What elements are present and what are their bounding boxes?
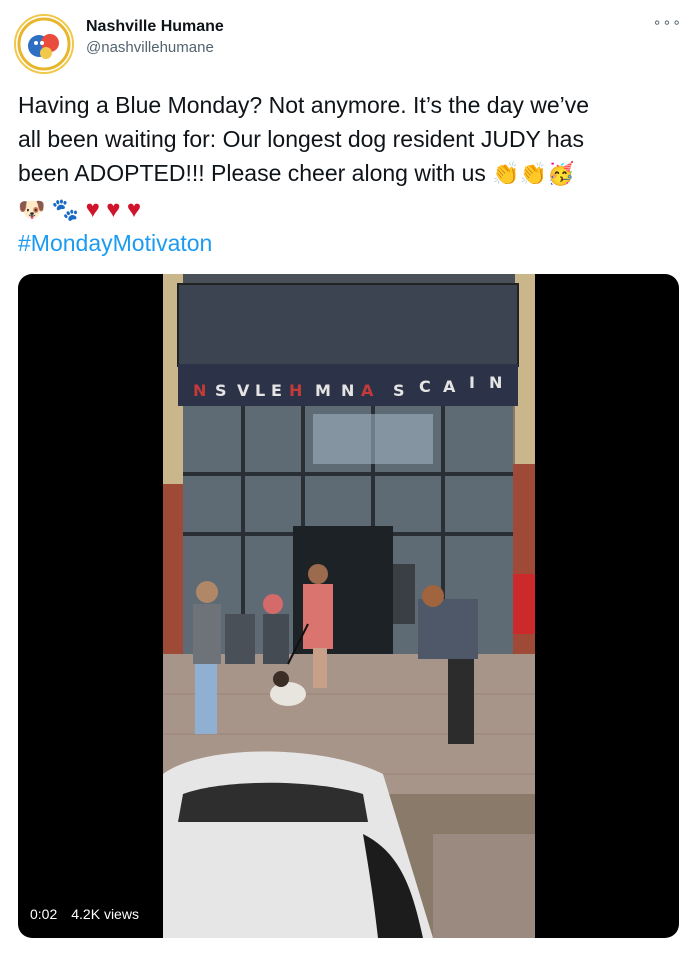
video-time: 0:02 — [30, 906, 58, 922]
author-display-name[interactable]: Nashville Humane — [86, 18, 224, 36]
red-heart-icon: ♥ — [85, 196, 100, 223]
tweet-emoji-line: 🐶 🐾 ♥ ♥ ♥ — [18, 192, 680, 228]
tweet-text-line: all been waiting for: Our longest dog re… — [18, 126, 584, 152]
video-views: 4.2K views — [71, 906, 139, 922]
nashville-humane-logo — [17, 17, 71, 71]
svg-text:S: S — [393, 381, 405, 400]
svg-text:C: C — [419, 377, 431, 396]
partying-face-icon: 🥳 — [547, 162, 575, 187]
svg-text:H: H — [289, 381, 302, 400]
tweet-header: Nashville Humane @nashvillehumane ∘∘∘ — [14, 10, 686, 74]
svg-text:M: M — [315, 381, 331, 400]
video-player[interactable]: N S V L E H M N A S C A I N 0:02 4.2K vi… — [18, 274, 679, 938]
red-heart-icon: ♥ — [126, 196, 142, 223]
tweet-text-segment: been ADOPTED!!! Please cheer along with … — [18, 160, 486, 186]
clapping-hands-icon: 👏 — [492, 162, 520, 187]
clapping-hands-icon: 👏 — [519, 162, 548, 187]
svg-text:A: A — [443, 377, 456, 396]
author-handle[interactable]: @nashvillehumane — [86, 39, 224, 56]
dog-face-icon: 🐶 — [18, 198, 46, 223]
svg-text:A: A — [361, 381, 374, 400]
svg-text:L: L — [255, 381, 265, 400]
svg-text:I: I — [469, 373, 475, 392]
red-heart-icon: ♥ — [106, 196, 121, 223]
video-frame: N S V L E H M N A S C A I N — [163, 274, 535, 938]
tweet-text: Having a Blue Monday? Not anymore. It’s … — [18, 88, 680, 228]
hashtag-link[interactable]: #MondayMotivaton — [18, 230, 212, 257]
tweet-text-line: been ADOPTED!!! Please cheer along with … — [18, 156, 680, 192]
svg-text:N: N — [489, 373, 502, 392]
tweet-text-line: Having a Blue Monday? Not anymore. It’s … — [18, 92, 590, 118]
avatar[interactable] — [14, 14, 74, 74]
svg-text:S: S — [215, 381, 227, 400]
video-still-image: N S V L E H M N A S C A I N — [163, 274, 535, 938]
svg-text:N: N — [193, 381, 206, 400]
svg-text:N: N — [341, 381, 354, 400]
more-options-icon[interactable]: ∘∘∘ — [653, 14, 682, 31]
svg-text:V: V — [237, 381, 250, 400]
paw-prints-icon: 🐾 — [51, 198, 80, 223]
video-overlay: 0:02 4.2K views — [30, 906, 139, 922]
svg-text:E: E — [271, 381, 282, 400]
